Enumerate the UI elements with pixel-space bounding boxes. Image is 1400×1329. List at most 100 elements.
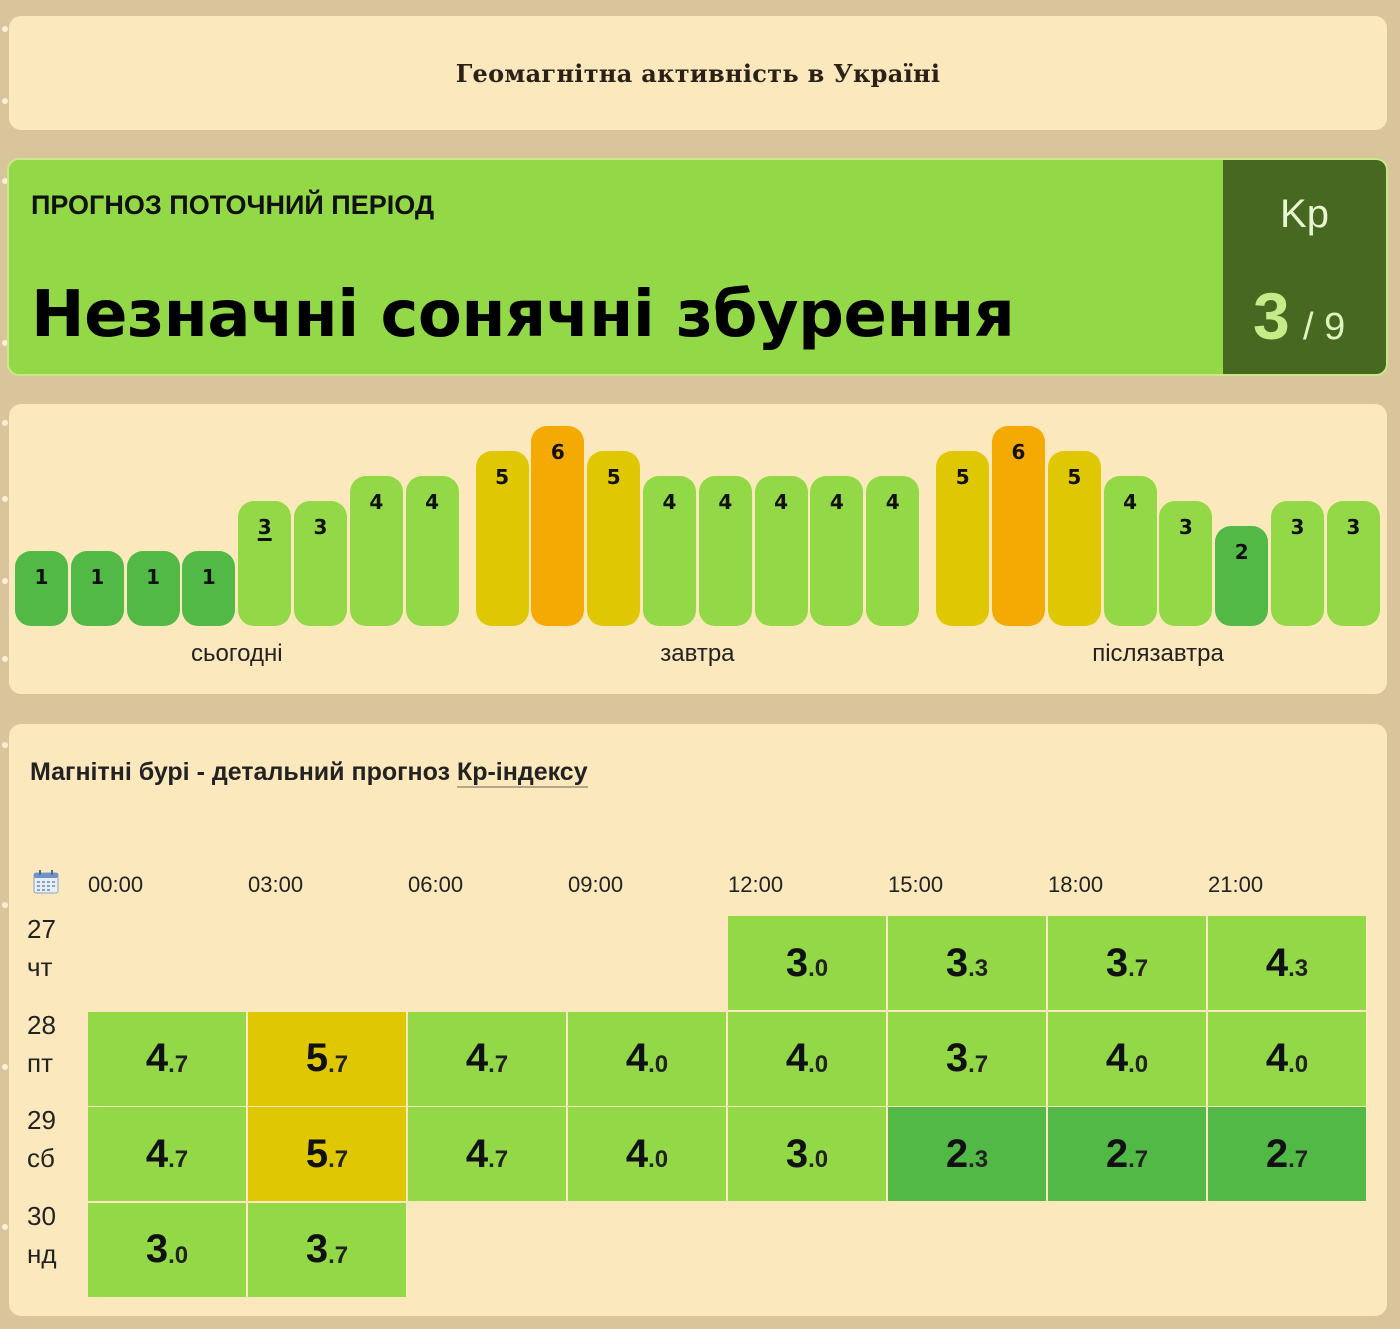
day-label: завтра — [660, 640, 735, 667]
kp-cell-integer: 4 — [145, 1131, 169, 1176]
kp-bar-value: 5 — [606, 465, 621, 489]
kp-cell: 5.7 — [248, 1107, 406, 1201]
kp-bar: 3 — [294, 501, 347, 626]
time-header: 21:00 — [1208, 872, 1264, 897]
kp-bar: 3 — [1326, 501, 1380, 626]
kp-cell-integer: 3 — [145, 1227, 169, 1271]
kp-cell: 3.3 — [888, 916, 1046, 1010]
date-label: 27 чт — [27, 910, 56, 986]
kp-cell-decimal: .0 — [808, 1050, 829, 1078]
kp-bar-value: 3 — [1346, 515, 1361, 539]
edge-dot — [2, 420, 8, 426]
kp-bar-value: 4 — [425, 490, 440, 514]
detail-title-text: Магнітні бурі - детальний прогноз — [30, 758, 457, 786]
edge-dot — [2, 578, 8, 584]
calendar-icon — [33, 870, 59, 894]
detail-title: Магнітні бурі - детальний прогноз Кр-інд… — [30, 758, 588, 788]
kp-cell-decimal: .7 — [488, 1146, 509, 1173]
kp-bar: 6 — [531, 426, 585, 626]
kp-cell-decimal: .0 — [808, 955, 829, 982]
kp-cell-decimal: .0 — [648, 1146, 669, 1173]
date-weekday: нд — [27, 1238, 57, 1269]
kp-cell: 4.3 — [1208, 916, 1366, 1010]
kp-cell: 3.0 — [728, 1107, 886, 1201]
detail-forecast-card: Магнітні бурі - детальний прогноз Кр-інд… — [9, 724, 1387, 1316]
kp-bar-value: 5 — [495, 465, 510, 489]
kp-bar: 4 — [1103, 476, 1157, 626]
kp-cell: 3.7 — [248, 1202, 406, 1297]
kp-box: Kp 3 / 9 — [1223, 160, 1386, 374]
kp-cell-decimal: .3 — [968, 1146, 989, 1173]
kp-bar-value: 1 — [90, 565, 105, 589]
kp-bar-value: 6 — [550, 440, 565, 464]
kp-bar-value: 4 — [369, 490, 384, 514]
current-forecast-card: ПРОГНОЗ ПОТОЧНИЙ ПЕРІОД Незначні сонячні… — [7, 158, 1388, 376]
kp-bar: 6 — [992, 426, 1045, 626]
date-day: 29 — [27, 1105, 56, 1135]
kp-cell: 2.7 — [1048, 1107, 1206, 1201]
kp-bar-value: 4 — [718, 490, 733, 514]
kp-cell: 4.7 — [88, 1107, 246, 1201]
kp-cell: 3.0 — [728, 916, 886, 1010]
edge-dot — [2, 742, 8, 748]
time-header: 18:00 — [1048, 872, 1104, 897]
kp-bar-value: 4 — [774, 490, 789, 514]
kp-max: / 9 — [1303, 306, 1346, 348]
kp-bar: 4 — [810, 476, 864, 626]
date-weekday: чт — [27, 952, 53, 982]
time-header: 15:00 — [888, 872, 944, 897]
date-weekday: пт — [27, 1047, 53, 1078]
edge-dot — [2, 1224, 8, 1230]
edge-dot — [2, 496, 8, 502]
kp-bar-value: 3 — [1290, 515, 1305, 539]
status-title: Незначні сонячні збурення — [31, 278, 1015, 352]
kp-cell-decimal: .7 — [1128, 1146, 1149, 1173]
kp-cell-decimal: .0 — [1128, 1050, 1149, 1078]
kp-bar: 4 — [866, 476, 920, 626]
day-label: післязавтра — [1092, 640, 1224, 667]
date-label: 28 пт — [27, 1006, 56, 1082]
kp-cell-decimal: .7 — [488, 1050, 509, 1078]
kp-bar: 5 — [1047, 451, 1101, 626]
kp-cell-decimal: .0 — [1288, 1050, 1309, 1078]
kp-cell-integer: 4 — [625, 1036, 649, 1080]
kp-cell-decimal: .7 — [328, 1241, 349, 1269]
kp-bar-value: 5 — [1067, 465, 1082, 489]
date-day: 30 — [27, 1200, 56, 1231]
kp-index-link[interactable]: Кр-індексу — [456, 758, 588, 788]
kp-cell: 5.7 — [248, 1011, 406, 1106]
kp-bar: 5 — [936, 451, 990, 626]
kp-bar: 4 — [349, 476, 403, 626]
kp-bar-value: 1 — [201, 565, 216, 589]
kp-cell: 3.7 — [888, 1011, 1046, 1106]
page-title: Геомагнітна активність в Україні — [455, 58, 941, 88]
kp-cell-decimal: .7 — [1288, 1146, 1309, 1173]
kp-cell: 4.0 — [1208, 1011, 1366, 1106]
kp-bar: 4 — [405, 476, 459, 626]
time-header: 06:00 — [408, 872, 464, 897]
kp-value: 3 — [1253, 279, 1290, 353]
kp-bar: 2 — [1215, 526, 1269, 626]
kp-bar: 3 — [238, 501, 292, 626]
kp-cell: 4.0 — [1048, 1011, 1206, 1106]
kp-bar: 1 — [70, 551, 124, 626]
day-label: сьогодні — [191, 640, 283, 667]
kp-cell-integer: 5 — [305, 1036, 329, 1080]
edge-dot — [2, 1064, 8, 1070]
date-label: 30 нд — [27, 1197, 57, 1273]
kp-cell-integer: 4 — [785, 1036, 809, 1080]
kp-cell-decimal: .0 — [808, 1146, 829, 1173]
kp-cell-decimal: .7 — [168, 1050, 189, 1078]
kp-bar: 1 — [126, 551, 180, 626]
date-weekday: сб — [27, 1143, 55, 1173]
kp-bar: 3 — [1159, 501, 1213, 626]
kp-bar: 5 — [587, 451, 641, 626]
kp-cell: 3.7 — [1048, 916, 1206, 1010]
kp-cell-integer: 4 — [465, 1131, 489, 1176]
kp-cell-decimal: .7 — [328, 1146, 349, 1173]
kp-cell: 4.7 — [408, 1011, 566, 1106]
time-header: 09:00 — [568, 872, 624, 897]
kp-cell: 3.0 — [88, 1202, 246, 1297]
date-day: 28 — [27, 1009, 56, 1040]
kp-bar: 4 — [754, 476, 808, 626]
